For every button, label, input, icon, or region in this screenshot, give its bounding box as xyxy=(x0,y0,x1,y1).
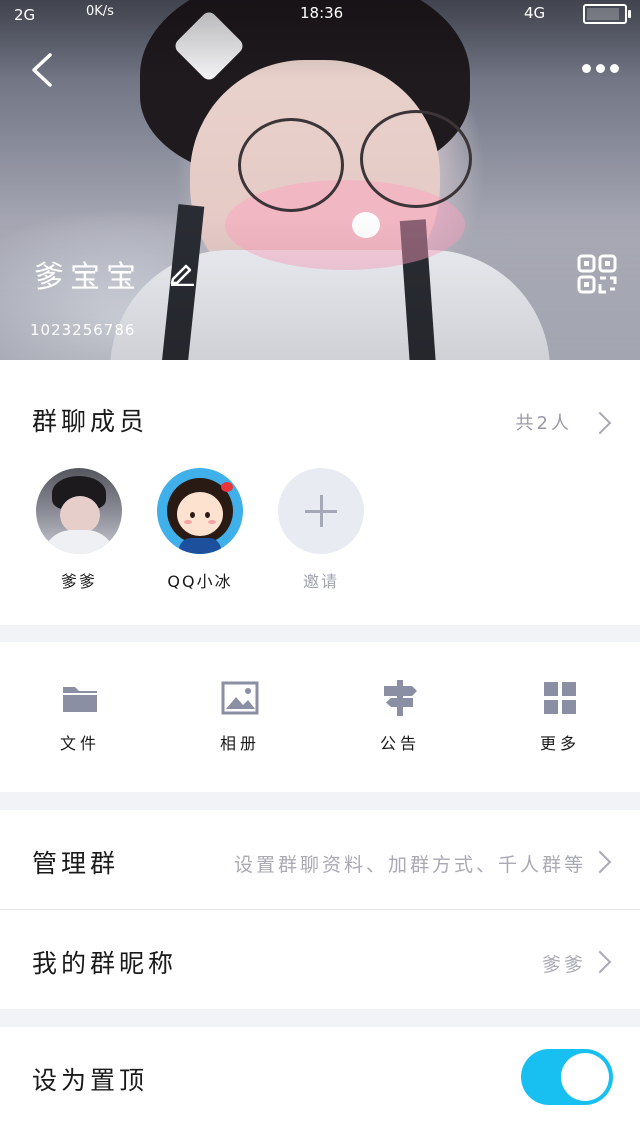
tool-label: 更多 xyxy=(539,734,580,753)
edit-icon[interactable] xyxy=(168,258,196,287)
add-icon[interactable] xyxy=(278,468,364,554)
chevron-right-icon[interactable] xyxy=(588,411,612,435)
manage-group-hint: 设置群聊资料、加群方式、千人群等 xyxy=(233,854,586,876)
group-nickname-row[interactable]: 我的群昵称 爹爹 xyxy=(0,910,640,1009)
battery-icon xyxy=(583,4,631,24)
qr-code-icon[interactable] xyxy=(576,253,618,295)
members-section: 群聊成员 共2人 爹爹 QQ小冰 邀请 xyxy=(0,360,640,625)
chevron-right-icon xyxy=(588,950,612,974)
pin-to-top-row: 设为置顶 xyxy=(0,1027,640,1121)
tool-label: 相册 xyxy=(219,734,260,753)
member-item[interactable]: 爹爹 xyxy=(36,468,122,592)
network-indicator: 2G xyxy=(14,6,36,24)
group-name: 爹宝宝 xyxy=(34,260,142,295)
status-time: 18:36 xyxy=(300,4,344,22)
toggle-knob xyxy=(561,1053,609,1101)
more-icon[interactable] xyxy=(582,56,626,80)
network-indicator-right: 4G xyxy=(524,4,546,22)
invite-label: 邀请 xyxy=(302,572,339,591)
avatar[interactable] xyxy=(157,468,243,554)
group-tools-section: 文件 相册 公告 更多 xyxy=(0,642,640,792)
photo-shade xyxy=(0,0,640,360)
tool-label: 文件 xyxy=(59,734,100,753)
photo-icon xyxy=(220,678,260,718)
status-bar: 2G 0K/s 18:36 4G xyxy=(0,0,640,26)
back-icon[interactable] xyxy=(28,52,58,88)
avatar[interactable] xyxy=(36,468,122,554)
group-nickname-value: 爹爹 xyxy=(541,954,586,976)
members-count[interactable]: 共2人 xyxy=(516,409,572,435)
network-speed: 0K/s xyxy=(86,4,114,19)
tool-files[interactable]: 文件 xyxy=(40,678,120,754)
grid-icon xyxy=(540,678,580,718)
member-name: QQ小冰 xyxy=(167,572,233,591)
pin-to-top-label: 设为置顶 xyxy=(32,1066,149,1095)
tool-more[interactable]: 更多 xyxy=(520,678,600,754)
member-name: 爹爹 xyxy=(60,572,97,591)
pin-to-top-toggle[interactable] xyxy=(521,1049,613,1105)
manage-group-label: 管理群 xyxy=(32,849,120,878)
tool-label: 公告 xyxy=(379,734,420,753)
members-title: 群聊成员 xyxy=(32,407,149,436)
tool-announcement[interactable]: 公告 xyxy=(360,678,440,754)
group-nickname-label: 我的群昵称 xyxy=(32,949,178,978)
tool-album[interactable]: 相册 xyxy=(200,678,280,754)
signpost-icon xyxy=(380,678,420,718)
group-id: 1023256786 xyxy=(30,321,136,339)
group-cover-photo[interactable] xyxy=(0,0,640,360)
invite-member-button[interactable]: 邀请 xyxy=(278,468,364,592)
folder-icon xyxy=(60,678,100,718)
member-item[interactable]: QQ小冰 xyxy=(157,468,243,592)
manage-group-row[interactable]: 管理群 设置群聊资料、加群方式、千人群等 xyxy=(0,810,640,909)
chevron-right-icon xyxy=(588,850,612,874)
